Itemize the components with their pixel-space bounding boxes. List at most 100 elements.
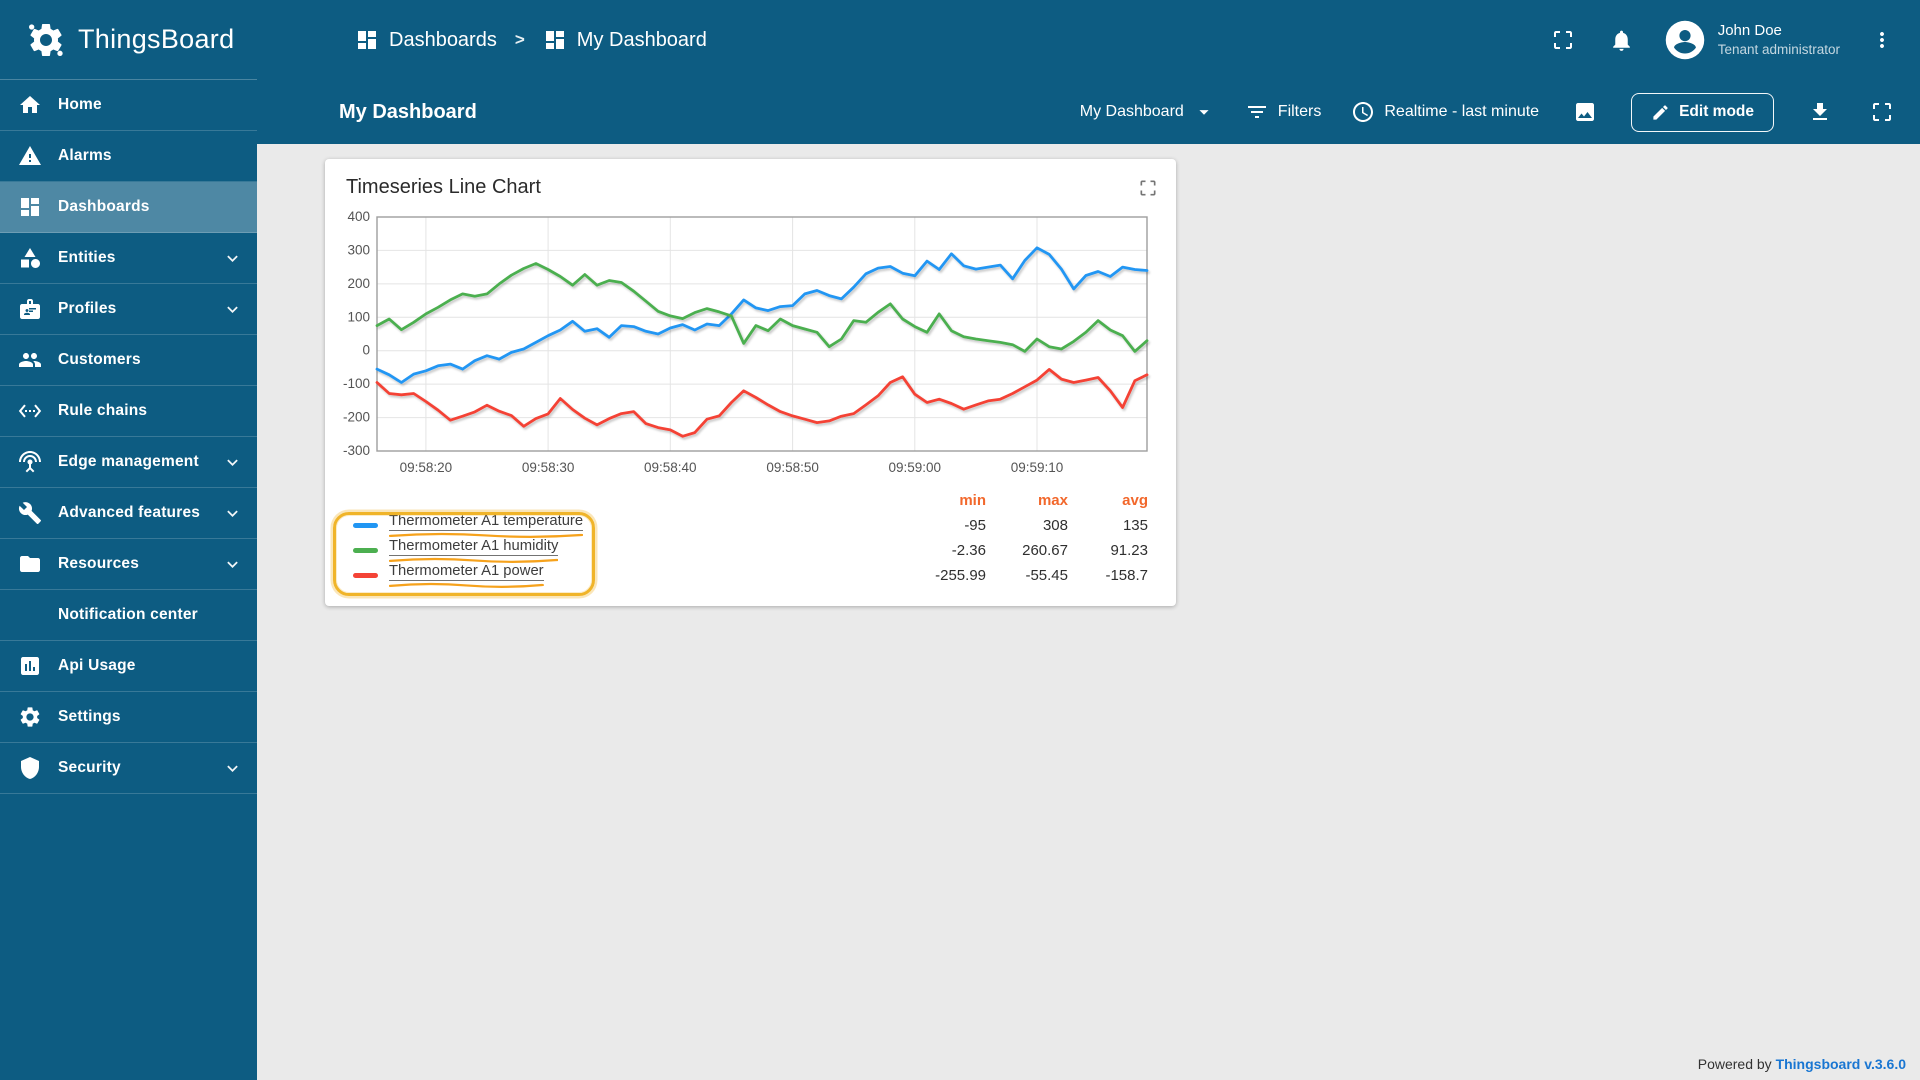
chevron-down-icon [222,503,243,524]
sidebar-item-label: Settings [58,708,121,725]
svg-text:09:59:10: 09:59:10 [1011,460,1064,475]
legend-avg-value: -158.7 [1105,567,1148,584]
timeseries-chart-svg: -300 -200 -100 0 100 200 300 400 09:58:20 09:58:3… [343,209,1149,475]
chart-legend: min max avg Thermometer A1 temperature -95 30… [333,488,1148,596]
legend-swatch [353,573,378,578]
widget-card: Timeseries Line Chart -300 -200 -100 0 100 20… [325,159,1176,606]
chevron-down-icon [222,299,243,320]
sidebar-item-resources[interactable]: Resources [0,539,257,590]
svg-text:-100: -100 [343,376,370,391]
dashboard-state-selector[interactable]: My Dashboard [1080,101,1215,123]
sidebar-item-label: Edge management [58,453,199,470]
clock-icon [1351,100,1375,124]
timewindow-button[interactable]: Realtime - last minute [1351,100,1539,124]
sidebar-item-label: Security [58,759,121,776]
sidebar-item-home[interactable]: Home [0,80,257,131]
legend-label: Thermometer A1 temperature [389,513,584,531]
sidebar-item-api-usage[interactable]: Api Usage [0,641,257,692]
timewindow-label: Realtime - last minute [1384,103,1540,120]
legend-item[interactable]: Thermometer A1 temperature [333,513,902,538]
breadcrumb-label: Dashboards [389,28,497,51]
filters-button[interactable]: Filters [1245,100,1321,124]
thingsboard-version-link[interactable]: Thingsboard v.3.6.0 [1776,1056,1906,1072]
dashboard-content: Timeseries Line Chart -300 -200 -100 0 100 20… [257,144,1920,1080]
notifications-button[interactable] [1605,24,1638,57]
footer: Powered by Thingsboard v.3.6.0 [1698,1056,1906,1072]
sidebar-item-label: Notification center [58,606,198,623]
sidebar-item-profiles[interactable]: Profiles [0,284,257,335]
svg-text:400: 400 [347,209,370,224]
svg-text:-200: -200 [343,410,370,425]
sidebar-item-label: Resources [58,555,140,572]
sidebar: ThingsBoard Home Alarms Dashboards Entities… [0,0,257,1080]
rule-chains-icon [18,399,42,423]
fullscreen-icon [1138,178,1158,198]
legend-col-avg: avg [1122,492,1148,509]
security-icon [18,756,42,780]
sidebar-item-notification-center[interactable]: Notification center [0,590,257,641]
sidebar-item-advanced-features[interactable]: Advanced features [0,488,257,539]
legend-min-value: -2.36 [951,542,986,559]
warning-icon [18,144,42,168]
app-title: ThingsBoard [78,24,235,54]
thingsboard-logo-icon [26,20,66,60]
legend-max-value: 260.67 [1022,542,1068,559]
more-button[interactable] [1866,24,1898,56]
legend-item[interactable]: Thermometer A1 humidity [333,538,902,563]
legend-max-value: -55.45 [1025,567,1068,584]
filter-icon [1245,100,1269,124]
legend-label: Thermometer A1 humidity [389,538,559,556]
sidebar-item-edge-management[interactable]: Edge management [0,437,257,488]
legend-avg-value: 135 [1122,517,1148,534]
sidebar-item-label: Rule chains [58,402,148,419]
bell-icon [1609,28,1634,53]
dashboards-icon [18,195,42,219]
user-name: John Doe [1717,22,1782,40]
edit-mode-button[interactable]: Edit mode [1631,92,1774,132]
logo[interactable]: ThingsBoard [0,0,257,80]
svg-text:09:58:20: 09:58:20 [400,460,453,475]
chevron-down-icon [222,758,243,779]
legend-item[interactable]: Thermometer A1 power [333,563,902,588]
svg-text:09:58:30: 09:58:30 [522,460,575,475]
sidebar-item-label: Home [58,96,102,113]
sidebar-item-customers[interactable]: Customers [0,335,257,386]
sidebar-item-settings[interactable]: Settings [0,692,257,743]
main-column: Dashboards > My Dashboard John Doe Tenan… [257,0,1920,1080]
app-root: ThingsBoard Home Alarms Dashboards Entities… [0,0,1920,1080]
legend-label: Thermometer A1 power [389,563,544,581]
powered-by-text: Powered by [1697,1056,1772,1072]
sidebar-item-label: Entities [58,249,116,266]
legend-min-value: -255.99 [935,567,986,584]
dashboard-toolbar: My Dashboard My Dashboard Filters Realti… [257,80,1920,144]
user-menu[interactable]: John Doe Tenant administrator [1664,19,1840,61]
breadcrumb-label: My Dashboard [576,28,707,51]
legend-col-min: min [959,492,986,509]
breadcrumb-item-my-dashboard[interactable]: My Dashboard [543,28,707,52]
svg-text:200: 200 [347,276,370,291]
sidebar-item-label: Api Usage [58,657,136,674]
sidebar-item-security[interactable]: Security [0,743,257,794]
download-button[interactable] [1804,96,1836,128]
timeseries-chart: -300 -200 -100 0 100 200 300 400 09:58:20 09:58:3… [335,207,1176,486]
sidebar-item-alarms[interactable]: Alarms [0,131,257,182]
fullscreen-button[interactable] [1547,24,1579,56]
breadcrumb-item-dashboards[interactable]: Dashboards [355,28,497,52]
svg-text:09:58:40: 09:58:40 [644,460,697,475]
notification-center-icon [18,603,42,627]
user-role: Tenant administrator [1717,41,1840,57]
chevron-down-icon [222,452,243,473]
resources-icon [18,552,42,576]
sidebar-item-label: Customers [58,351,141,368]
api-usage-icon [18,654,42,678]
widget-fullscreen-button[interactable] [1136,176,1160,203]
profiles-icon [18,297,42,321]
background-image-button[interactable] [1569,96,1601,128]
toolbar-fullscreen-button[interactable] [1866,96,1898,128]
advanced-features-icon [18,501,42,525]
sidebar-item-dashboards[interactable]: Dashboards [0,182,257,233]
sidebar-item-entities[interactable]: Entities [0,233,257,284]
sidebar-item-rule-chains[interactable]: Rule chains [0,386,257,437]
legend-swatch [353,548,378,553]
edit-mode-label: Edit mode [1679,103,1754,120]
